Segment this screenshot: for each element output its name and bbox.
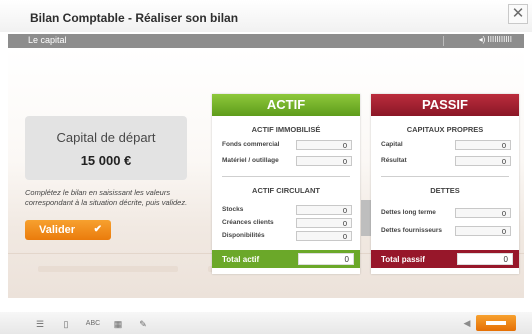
capital-card-title: Capital de départ — [56, 130, 156, 145]
dettes-heading: DETTES — [430, 186, 460, 195]
row-stocks: Stocks 0 — [222, 205, 352, 216]
row-dettes-long-terme: Dettes long terme 0 — [381, 208, 511, 219]
volume-icon[interactable]: ◂) IIIIIIIIIII — [479, 35, 512, 44]
capital-card: Capital de départ 15 000 € — [25, 116, 187, 180]
actif-immobilise-heading: ACTIF IMMOBILISÉ — [251, 125, 321, 134]
passif-title: PASSIF — [371, 94, 519, 116]
fonds-commercial-input[interactable]: 0 — [296, 140, 352, 150]
total-passif-value: 0 — [457, 253, 513, 265]
total-actif-row: Total actif 0 — [212, 250, 360, 268]
total-passif-label: Total passif — [381, 255, 425, 264]
section-label: Le capital — [28, 35, 67, 45]
capital-card-value: 15 000 € — [80, 153, 132, 168]
row-fonds-commercial: Fonds commercial 0 — [222, 140, 352, 151]
actif-title: ACTIF — [212, 94, 360, 116]
previous-arrow-icon[interactable]: ◀ — [460, 317, 474, 329]
capital-input[interactable]: 0 — [455, 140, 511, 150]
row-disponibilites: Disponibilités 0 — [222, 231, 352, 242]
capitaux-propres-heading: CAPITAUX PROPRES — [406, 125, 484, 134]
row-label: Matériel / outillage — [222, 157, 279, 164]
footer-toolbar: ☰ ▯ ABC ▦ ✎ ◀ — [0, 312, 532, 334]
stocks-input[interactable]: 0 — [296, 205, 352, 215]
calculator-icon[interactable]: ▦ — [112, 318, 124, 330]
document-icon[interactable]: ▯ — [60, 318, 72, 330]
instruction-text: Complétez le bilan en saisissant les val… — [25, 188, 188, 207]
valider-label: Valider — [39, 224, 76, 236]
row-label: Stocks — [222, 206, 244, 213]
disponibilites-input[interactable]: 0 — [296, 231, 352, 241]
row-resultat: Résultat 0 — [381, 156, 511, 167]
creances-clients-input[interactable]: 0 — [296, 218, 352, 228]
total-actif-value: 0 — [298, 253, 354, 265]
divider — [443, 36, 444, 46]
notes-icon[interactable]: ✎ — [137, 318, 149, 330]
passif-panel: PASSIF CAPITAUX PROPRES Capital 0 Résult… — [371, 94, 519, 274]
row-label: Dettes long terme — [381, 209, 436, 216]
valider-button[interactable]: Valider ✔ — [25, 220, 111, 240]
background-desk — [38, 266, 178, 272]
row-label: Capital — [381, 141, 403, 148]
row-label: Créances clients — [222, 219, 274, 226]
actif-circulant-heading: ACTIF CIRCULANT — [252, 186, 320, 195]
actif-panel: ACTIF ACTIF IMMOBILISÉ Fonds commercial … — [212, 94, 360, 274]
section-bar: Le capital ◂) IIIIIIIIIII — [8, 34, 524, 48]
list-icon[interactable]: ☰ — [34, 318, 46, 330]
close-icon[interactable]: ✕ — [508, 4, 528, 24]
next-bar-icon — [486, 321, 506, 325]
row-dettes-fournisseurs: Dettes fournisseurs 0 — [381, 226, 511, 237]
row-capital: Capital 0 — [381, 140, 511, 151]
total-passif-row: Total passif 0 — [371, 250, 519, 268]
row-creances-clients: Créances clients 0 — [222, 218, 352, 229]
divider — [381, 176, 509, 177]
next-button[interactable] — [476, 315, 516, 331]
dettes-fournisseurs-input[interactable]: 0 — [455, 226, 511, 236]
row-label: Disponibilités — [222, 232, 265, 239]
dettes-long-terme-input[interactable]: 0 — [455, 208, 511, 218]
row-label: Dettes fournisseurs — [381, 227, 443, 234]
scrollbar-thumb[interactable] — [361, 200, 371, 236]
window-title: Bilan Comptable - Réaliser son bilan — [30, 11, 239, 25]
row-materiel-outillage: Matériel / outillage 0 — [222, 156, 352, 167]
materiel-outillage-input[interactable]: 0 — [296, 156, 352, 166]
divider — [222, 176, 350, 177]
row-label: Résultat — [381, 157, 407, 164]
row-label: Fonds commercial — [222, 141, 280, 148]
spellcheck-icon[interactable]: ABC — [84, 318, 102, 330]
resultat-input[interactable]: 0 — [455, 156, 511, 166]
check-icon: ✔ — [93, 224, 102, 235]
total-actif-label: Total actif — [222, 255, 260, 264]
title-bar: Bilan Comptable - Réaliser son bilan ✕ — [0, 0, 532, 32]
